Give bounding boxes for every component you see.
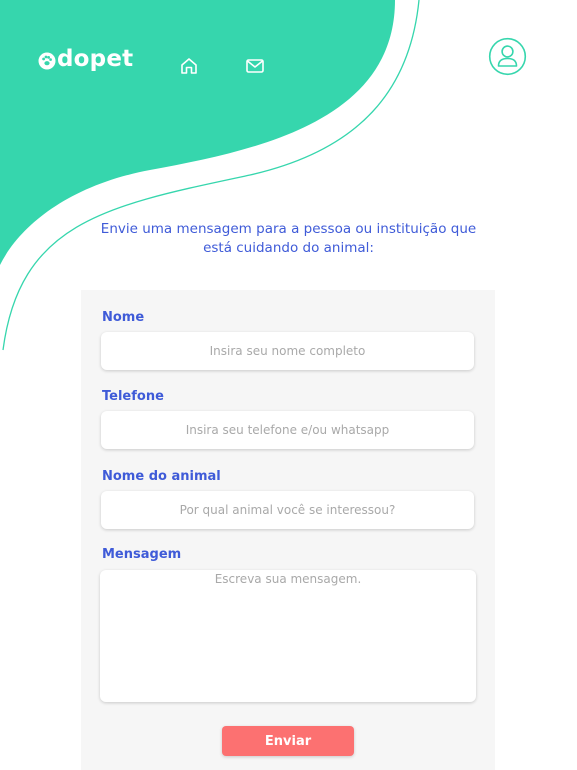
page: dopet Envie uma mensagem para a pessoa o… (0, 0, 577, 770)
phone-input[interactable]: Insira seu telefone e/ou whatsapp (101, 411, 474, 449)
animal-name-label: Nome do animal (102, 469, 221, 484)
paw-icon (38, 52, 56, 69)
name-label: Nome (102, 310, 145, 325)
logo-text: dopet (57, 46, 134, 72)
user-icon[interactable] (488, 37, 527, 76)
header: dopet (0, 0, 577, 110)
logo[interactable]: dopet (38, 46, 133, 72)
phone-label: Telefone (102, 389, 164, 404)
contact-form: Nome Insira seu nome completo Telefone I… (81, 290, 495, 770)
message-label: Mensagem (102, 547, 182, 562)
name-input[interactable]: Insira seu nome completo (101, 332, 474, 370)
submit-button[interactable]: Enviar (222, 726, 354, 756)
animal-name-input[interactable]: Por qual animal você se interessou? (101, 491, 474, 529)
message-textarea[interactable]: Escreva sua mensagem. (100, 570, 476, 702)
home-icon[interactable] (179, 56, 199, 76)
mail-icon[interactable] (245, 56, 265, 76)
intro-text: Envie uma mensagem para a pessoa ou inst… (100, 221, 477, 256)
